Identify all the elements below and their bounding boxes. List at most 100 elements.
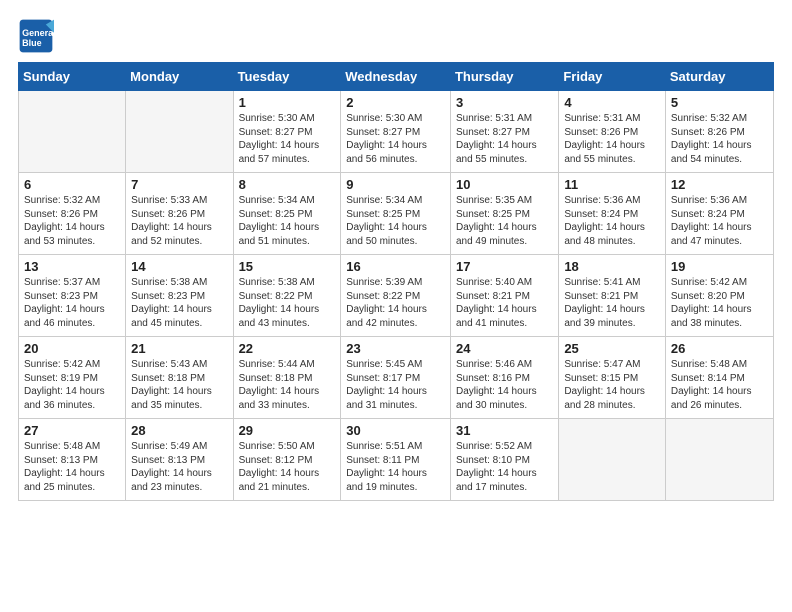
weekday-header-sunday: Sunday — [19, 63, 126, 91]
weekday-header-monday: Monday — [126, 63, 233, 91]
week-row-1: 1Sunrise: 5:30 AM Sunset: 8:27 PM Daylig… — [19, 91, 774, 173]
page: General Blue SundayMondayTuesdayWednesda… — [0, 0, 792, 513]
day-info: Sunrise: 5:45 AM Sunset: 8:17 PM Dayligh… — [346, 358, 445, 412]
day-info: Sunrise: 5:37 AM Sunset: 8:23 PM Dayligh… — [24, 276, 120, 330]
day-info: Sunrise: 5:46 AM Sunset: 8:16 PM Dayligh… — [456, 358, 553, 412]
calendar-table: SundayMondayTuesdayWednesdayThursdayFrid… — [18, 62, 774, 501]
day-number: 2 — [346, 95, 445, 110]
calendar-cell: 23 Sunrise: 5:45 AM Sunset: 8:17 PM Dayli… — [341, 337, 451, 419]
day-number: 11 — [564, 177, 660, 192]
day-info: Sunrise: 5:35 AM Sunset: 8:25 PM Dayligh… — [456, 194, 553, 248]
day-number: 20 — [24, 341, 120, 356]
day-number: 8 — [239, 177, 336, 192]
day-number: 6 — [24, 177, 120, 192]
day-info: Sunrise: 5:52 AM Sunset: 8:10 PM Dayligh… — [456, 440, 553, 494]
day-info: Sunrise: 5:34 AM Sunset: 8:25 PM Dayligh… — [346, 194, 445, 248]
day-info: Sunrise: 5:39 AM Sunset: 8:22 PM Dayligh… — [346, 276, 445, 330]
calendar-cell — [126, 91, 233, 173]
day-info: Sunrise: 5:30 AM Sunset: 8:27 PM Dayligh… — [346, 112, 445, 166]
weekday-header-tuesday: Tuesday — [233, 63, 341, 91]
calendar-cell: 18 Sunrise: 5:41 AM Sunset: 8:21 PM Dayli… — [559, 255, 666, 337]
weekday-header-friday: Friday — [559, 63, 666, 91]
calendar-cell: 2 Sunrise: 5:30 AM Sunset: 8:27 PM Daylig… — [341, 91, 451, 173]
day-info: Sunrise: 5:44 AM Sunset: 8:18 PM Dayligh… — [239, 358, 336, 412]
day-number: 23 — [346, 341, 445, 356]
day-number: 26 — [671, 341, 768, 356]
day-number: 18 — [564, 259, 660, 274]
calendar-cell — [665, 419, 773, 501]
calendar-cell: 19 Sunrise: 5:42 AM Sunset: 8:20 PM Dayli… — [665, 255, 773, 337]
calendar-cell: 26 Sunrise: 5:48 AM Sunset: 8:14 PM Dayli… — [665, 337, 773, 419]
day-number: 4 — [564, 95, 660, 110]
day-info: Sunrise: 5:36 AM Sunset: 8:24 PM Dayligh… — [564, 194, 660, 248]
day-number: 3 — [456, 95, 553, 110]
week-row-3: 13 Sunrise: 5:37 AM Sunset: 8:23 PM Dayli… — [19, 255, 774, 337]
day-info: Sunrise: 5:32 AM Sunset: 8:26 PM Dayligh… — [671, 112, 768, 166]
day-info: Sunrise: 5:30 AM Sunset: 8:27 PM Dayligh… — [239, 112, 336, 166]
calendar-cell: 7Sunrise: 5:33 AM Sunset: 8:26 PM Daylig… — [126, 173, 233, 255]
calendar-cell: 16Sunrise: 5:39 AM Sunset: 8:22 PM Dayli… — [341, 255, 451, 337]
calendar-cell — [19, 91, 126, 173]
calendar-cell — [559, 419, 666, 501]
day-number: 25 — [564, 341, 660, 356]
day-info: Sunrise: 5:49 AM Sunset: 8:13 PM Dayligh… — [131, 440, 227, 494]
calendar-cell: 12 Sunrise: 5:36 AM Sunset: 8:24 PM Dayli… — [665, 173, 773, 255]
day-number: 19 — [671, 259, 768, 274]
day-info: Sunrise: 5:32 AM Sunset: 8:26 PM Dayligh… — [24, 194, 120, 248]
day-info: Sunrise: 5:48 AM Sunset: 8:13 PM Dayligh… — [24, 440, 120, 494]
week-row-5: 27 Sunrise: 5:48 AM Sunset: 8:13 PM Dayli… — [19, 419, 774, 501]
calendar-cell: 20 Sunrise: 5:42 AM Sunset: 8:19 PM Dayli… — [19, 337, 126, 419]
calendar-cell: 9 Sunrise: 5:34 AM Sunset: 8:25 PM Daylig… — [341, 173, 451, 255]
calendar-cell: 27 Sunrise: 5:48 AM Sunset: 8:13 PM Dayli… — [19, 419, 126, 501]
day-info: Sunrise: 5:51 AM Sunset: 8:11 PM Dayligh… — [346, 440, 445, 494]
day-info: Sunrise: 5:50 AM Sunset: 8:12 PM Dayligh… — [239, 440, 336, 494]
day-number: 15 — [239, 259, 336, 274]
calendar-cell: 22Sunrise: 5:44 AM Sunset: 8:18 PM Dayli… — [233, 337, 341, 419]
day-number: 31 — [456, 423, 553, 438]
calendar-cell: 15 Sunrise: 5:38 AM Sunset: 8:22 PM Dayli… — [233, 255, 341, 337]
day-number: 27 — [24, 423, 120, 438]
weekday-header-wednesday: Wednesday — [341, 63, 451, 91]
day-info: Sunrise: 5:33 AM Sunset: 8:26 PM Dayligh… — [131, 194, 227, 248]
day-info: Sunrise: 5:47 AM Sunset: 8:15 PM Dayligh… — [564, 358, 660, 412]
day-number: 14 — [131, 259, 227, 274]
day-info: Sunrise: 5:31 AM Sunset: 8:26 PM Dayligh… — [564, 112, 660, 166]
day-number: 24 — [456, 341, 553, 356]
calendar-cell: 3Sunrise: 5:31 AM Sunset: 8:27 PM Daylig… — [450, 91, 558, 173]
day-info: Sunrise: 5:36 AM Sunset: 8:24 PM Dayligh… — [671, 194, 768, 248]
day-number: 5 — [671, 95, 768, 110]
day-info: Sunrise: 5:38 AM Sunset: 8:22 PM Dayligh… — [239, 276, 336, 330]
calendar-cell: 11 Sunrise: 5:36 AM Sunset: 8:24 PM Dayli… — [559, 173, 666, 255]
calendar-cell: 5 Sunrise: 5:32 AM Sunset: 8:26 PM Daylig… — [665, 91, 773, 173]
calendar-cell: 13 Sunrise: 5:37 AM Sunset: 8:23 PM Dayli… — [19, 255, 126, 337]
calendar-cell: 31 Sunrise: 5:52 AM Sunset: 8:10 PM Dayli… — [450, 419, 558, 501]
calendar-cell: 29Sunrise: 5:50 AM Sunset: 8:12 PM Dayli… — [233, 419, 341, 501]
day-number: 10 — [456, 177, 553, 192]
calendar-cell: 6 Sunrise: 5:32 AM Sunset: 8:26 PM Daylig… — [19, 173, 126, 255]
day-info: Sunrise: 5:48 AM Sunset: 8:14 PM Dayligh… — [671, 358, 768, 412]
day-number: 13 — [24, 259, 120, 274]
calendar-cell: 21Sunrise: 5:43 AM Sunset: 8:18 PM Dayli… — [126, 337, 233, 419]
calendar-cell: 4 Sunrise: 5:31 AM Sunset: 8:26 PM Daylig… — [559, 91, 666, 173]
logo: General Blue — [18, 18, 54, 54]
calendar-cell: 10 Sunrise: 5:35 AM Sunset: 8:25 PM Dayli… — [450, 173, 558, 255]
calendar-cell: 1Sunrise: 5:30 AM Sunset: 8:27 PM Daylig… — [233, 91, 341, 173]
day-number: 30 — [346, 423, 445, 438]
day-number: 9 — [346, 177, 445, 192]
day-info: Sunrise: 5:38 AM Sunset: 8:23 PM Dayligh… — [131, 276, 227, 330]
day-info: Sunrise: 5:41 AM Sunset: 8:21 PM Dayligh… — [564, 276, 660, 330]
header: General Blue — [18, 18, 774, 54]
calendar-cell: 14 Sunrise: 5:38 AM Sunset: 8:23 PM Dayli… — [126, 255, 233, 337]
day-info: Sunrise: 5:40 AM Sunset: 8:21 PM Dayligh… — [456, 276, 553, 330]
day-number: 21 — [131, 341, 227, 356]
day-info: Sunrise: 5:42 AM Sunset: 8:19 PM Dayligh… — [24, 358, 120, 412]
calendar-cell: 24 Sunrise: 5:46 AM Sunset: 8:16 PM Dayli… — [450, 337, 558, 419]
day-number: 12 — [671, 177, 768, 192]
weekday-header-saturday: Saturday — [665, 63, 773, 91]
weekday-header-row: SundayMondayTuesdayWednesdayThursdayFrid… — [19, 63, 774, 91]
day-info: Sunrise: 5:42 AM Sunset: 8:20 PM Dayligh… — [671, 276, 768, 330]
calendar-cell: 28Sunrise: 5:49 AM Sunset: 8:13 PM Dayli… — [126, 419, 233, 501]
week-row-4: 20 Sunrise: 5:42 AM Sunset: 8:19 PM Dayli… — [19, 337, 774, 419]
day-number: 17 — [456, 259, 553, 274]
logo-icon: General Blue — [18, 18, 54, 54]
